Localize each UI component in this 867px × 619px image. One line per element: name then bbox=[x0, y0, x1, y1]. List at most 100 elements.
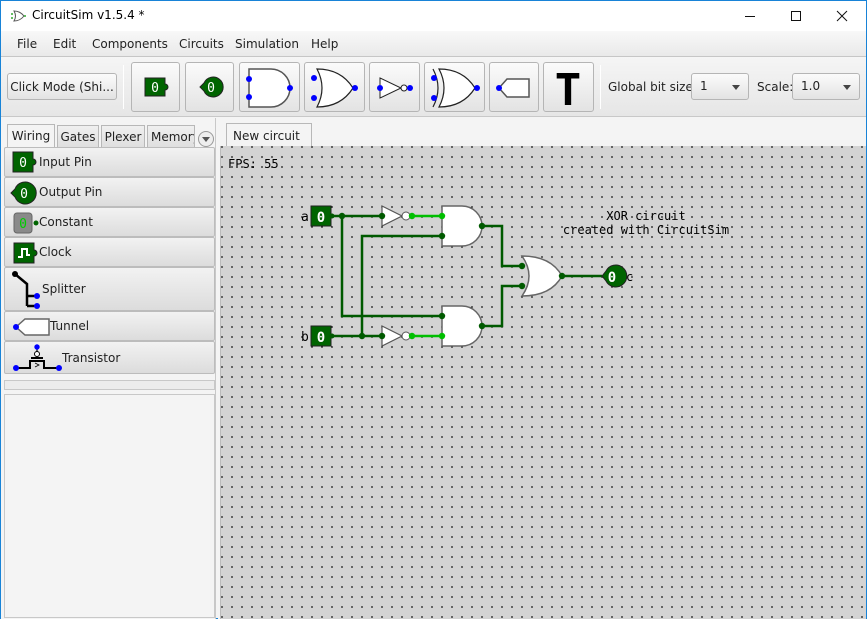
global-bit-size-select[interactable]: 1 bbox=[691, 73, 749, 100]
maximize-button[interactable] bbox=[773, 1, 819, 31]
svg-text:0: 0 bbox=[317, 210, 325, 226]
splitter-icon bbox=[12, 271, 40, 309]
tool-tunnel-button[interactable] bbox=[489, 62, 539, 112]
tool-and-gate-button[interactable] bbox=[239, 62, 300, 112]
pin-b-label: b bbox=[301, 330, 309, 345]
panel-divider[interactable] bbox=[4, 380, 215, 390]
wire bbox=[360, 234, 442, 336]
scale-label: Scale: bbox=[757, 80, 794, 94]
minimize-icon bbox=[745, 16, 755, 17]
title-bar: CircuitSim v1.5.4 * bbox=[1, 1, 866, 31]
tab-gates[interactable]: Gates bbox=[57, 125, 99, 148]
and-gate-lower[interactable] bbox=[441, 305, 483, 347]
circuit-editor: New circuit × FPS: 55 XOR circuit create… bbox=[218, 118, 866, 619]
circuit-canvas[interactable]: FPS: 55 XOR circuit created with Circuit… bbox=[220, 146, 866, 619]
chevron-down-icon bbox=[732, 85, 740, 90]
palette-item-label: Input Pin bbox=[39, 155, 92, 169]
clock-icon bbox=[13, 242, 38, 264]
wire bbox=[482, 284, 522, 328]
wire-junctions-high bbox=[408, 212, 446, 340]
palette-item-tunnel[interactable]: Tunnel bbox=[4, 311, 215, 341]
palette-item-splitter[interactable]: Splitter bbox=[4, 267, 215, 311]
palette-item-transistor[interactable]: Transistor bbox=[4, 341, 215, 374]
menu-simulation[interactable]: Simulation bbox=[235, 37, 299, 51]
palette-item-label: Tunnel bbox=[50, 319, 90, 333]
toolbar-separator bbox=[123, 65, 124, 109]
toolbar-separator bbox=[600, 65, 601, 109]
tool-text-button[interactable]: T bbox=[543, 62, 594, 116]
palette-list: 0 Input Pin 0 Output Pin 0 Constant Cloc… bbox=[4, 147, 215, 374]
tunnel-icon bbox=[496, 78, 530, 98]
tab-plexer[interactable]: Plexer bbox=[101, 125, 145, 148]
output-pin-c[interactable]: 0 bbox=[601, 264, 628, 288]
text-tool-icon: T bbox=[555, 65, 582, 116]
tunnel-icon bbox=[13, 318, 50, 336]
menu-file[interactable]: File bbox=[17, 37, 37, 51]
chevron-down-icon bbox=[843, 85, 851, 90]
input-pin-icon: 0 bbox=[12, 151, 37, 173]
tool-or-gate-button[interactable] bbox=[304, 62, 365, 112]
input-pin-value: 0 bbox=[151, 81, 159, 96]
tool-not-gate-button[interactable] bbox=[369, 62, 420, 112]
maximize-icon bbox=[791, 11, 801, 21]
pin-c-label: c bbox=[626, 270, 633, 284]
svg-text:T: T bbox=[555, 65, 582, 111]
svg-text:0: 0 bbox=[19, 156, 27, 171]
circuit-tab-label: New circuit bbox=[233, 129, 300, 143]
transistor-icon bbox=[13, 344, 62, 371]
menu-bar: File Edit Components Circuits Simulation… bbox=[1, 31, 866, 57]
properties-panel bbox=[4, 394, 215, 618]
palette-item-clock[interactable]: Clock bbox=[4, 237, 215, 267]
palette-item-input-pin[interactable]: 0 Input Pin bbox=[4, 147, 215, 177]
toolbar: Click Mode (Shi... 0 0 T Global bit size… bbox=[1, 57, 866, 117]
svg-text:0: 0 bbox=[20, 187, 28, 202]
tab-memory[interactable]: Memory bbox=[147, 125, 195, 148]
minimize-button[interactable] bbox=[727, 1, 773, 31]
and-gate-icon bbox=[246, 68, 293, 108]
palette-item-label: Output Pin bbox=[39, 185, 103, 199]
and-gate-upper[interactable] bbox=[441, 205, 483, 247]
xor-gate-icon bbox=[431, 68, 480, 108]
input-pin-icon: 0 bbox=[144, 77, 169, 97]
window-title: CircuitSim v1.5.4 * bbox=[32, 8, 145, 22]
not-gate-a[interactable] bbox=[381, 205, 411, 227]
wire bbox=[340, 216, 442, 318]
menu-help[interactable]: Help bbox=[311, 37, 338, 51]
palette-item-constant[interactable]: 0 Constant bbox=[4, 207, 215, 237]
tabs-overflow-button[interactable] bbox=[198, 131, 214, 147]
tool-input-pin-button[interactable]: 0 bbox=[131, 62, 180, 112]
output-pin-value: 0 bbox=[207, 81, 215, 96]
not-gate-icon bbox=[377, 77, 413, 99]
constant-icon: 0 bbox=[13, 212, 39, 234]
wire bbox=[482, 224, 522, 268]
tab-wiring[interactable]: Wiring bbox=[7, 124, 55, 148]
menu-circuits[interactable]: Circuits bbox=[179, 37, 224, 51]
output-pin-icon: 0 bbox=[10, 181, 37, 205]
palette-tabs: Wiring Gates Plexer Memory bbox=[5, 123, 215, 148]
tool-output-pin-button[interactable]: 0 bbox=[185, 62, 234, 112]
scale-select[interactable]: 1.0 bbox=[792, 73, 860, 100]
svg-text:0: 0 bbox=[317, 330, 325, 346]
output-pin-icon: 0 bbox=[199, 76, 224, 98]
input-pin-b[interactable]: 0 bbox=[310, 325, 332, 347]
pin-a-label: a bbox=[301, 210, 309, 225]
palette-item-output-pin[interactable]: 0 Output Pin bbox=[4, 177, 215, 207]
circuit-diagram: 0 a 0 b 0 c bbox=[301, 205, 633, 347]
not-gate-b[interactable] bbox=[381, 325, 411, 347]
close-window-button[interactable] bbox=[819, 1, 865, 31]
input-pin-a[interactable]: 0 bbox=[310, 205, 332, 227]
tool-xor-gate-button[interactable] bbox=[424, 62, 485, 112]
palette-item-label: Clock bbox=[39, 245, 72, 259]
close-icon bbox=[836, 10, 848, 22]
component-palette: Wiring Gates Plexer Memory 0 Input Pin 0… bbox=[1, 118, 216, 619]
palette-item-label: Constant bbox=[39, 215, 93, 229]
global-bit-size-label: Global bit size: bbox=[608, 80, 697, 94]
menu-components[interactable]: Components bbox=[92, 37, 168, 51]
menu-edit[interactable]: Edit bbox=[53, 37, 76, 51]
scale-value: 1.0 bbox=[801, 79, 821, 93]
palette-item-label: Splitter bbox=[42, 282, 86, 296]
or-gate[interactable] bbox=[520, 255, 563, 297]
click-mode-button[interactable]: Click Mode (Shi... bbox=[7, 73, 117, 100]
tab-new-circuit[interactable]: New circuit × bbox=[226, 123, 312, 167]
global-bit-size-value: 1 bbox=[700, 79, 708, 93]
